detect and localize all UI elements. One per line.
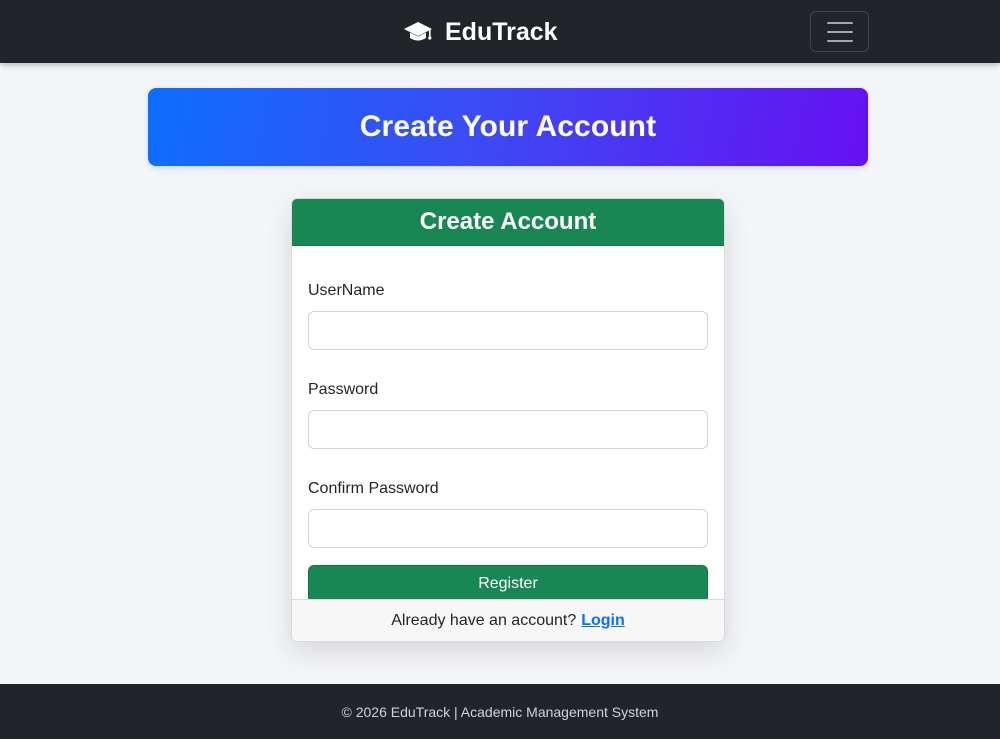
page-title: Create Your Account xyxy=(359,110,657,143)
hamburger-menu-icon-bar xyxy=(826,39,853,42)
graduation-cap-icon xyxy=(403,20,433,44)
login-link[interactable]: Login xyxy=(581,612,625,630)
username-label: UserName xyxy=(308,282,385,299)
register-button[interactable]: Register xyxy=(308,565,708,603)
register-card: Create Account UserName Password Confirm… xyxy=(291,198,725,642)
brand-link[interactable]: EduTrack xyxy=(403,14,558,50)
card-title: Create Account xyxy=(419,208,597,235)
page-footer: © 2026 EduTrack | Academic Management Sy… xyxy=(0,684,1000,739)
page-banner: Create Your Account xyxy=(148,88,868,166)
hamburger-menu-icon xyxy=(826,21,853,24)
username-input[interactable] xyxy=(308,311,708,350)
hamburger-menu-icon-bar xyxy=(826,30,853,33)
confirm-password-label: Confirm Password xyxy=(308,480,439,497)
footer-text: © 2026 EduTrack | Academic Management Sy… xyxy=(341,703,659,720)
navbar-toggler-button[interactable] xyxy=(810,11,869,52)
register-form: UserName Password Confirm Password Regis… xyxy=(292,246,724,603)
confirm-password-input[interactable] xyxy=(308,509,708,548)
card-header: Create Account xyxy=(292,199,724,246)
navbar: EduTrack xyxy=(0,0,1000,63)
card-footer: Already have an account? Login xyxy=(292,599,724,641)
login-prompt-text: Already have an account? xyxy=(391,611,577,629)
password-input[interactable] xyxy=(308,410,708,449)
brand-name: EduTrack xyxy=(445,17,558,46)
password-label: Password xyxy=(308,381,379,398)
